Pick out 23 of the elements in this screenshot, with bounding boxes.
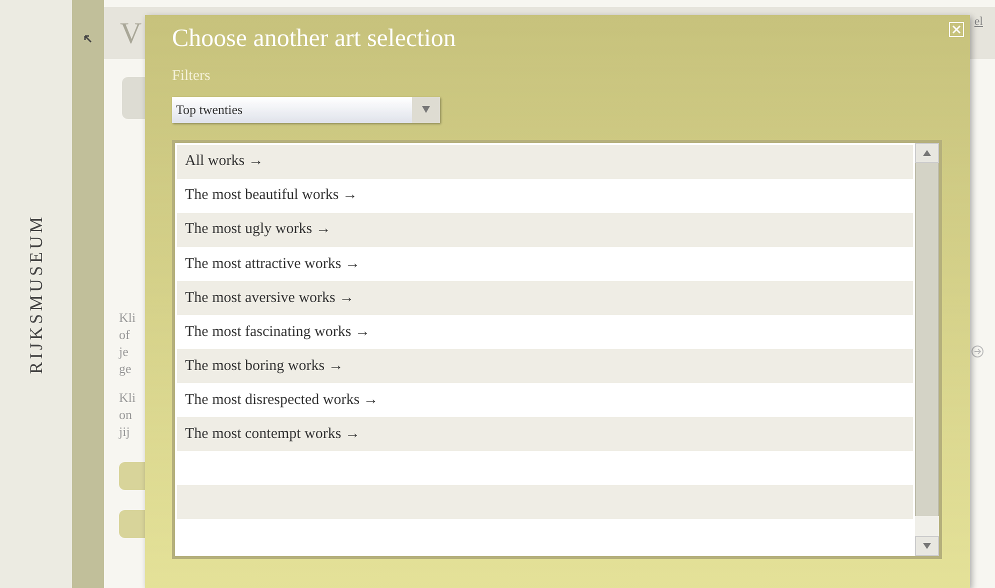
paragraph-line: Kli — [119, 389, 136, 406]
paragraph-line: jij — [119, 423, 130, 440]
scrollbar[interactable] — [915, 142, 939, 556]
list-item[interactable]: The most ugly works → — [177, 212, 913, 247]
filter-label: Filters — [172, 67, 212, 86]
dialog-title: Choose another art selection — [172, 24, 457, 54]
logo[interactable]: RIJKSMUSEUM — [22, 214, 50, 374]
list-item[interactable]: All works → — [177, 144, 913, 179]
page-title: V — [120, 16, 142, 52]
arrow-up-left-icon[interactable] — [83, 34, 93, 44]
list-item[interactable]: The most aversive works → — [177, 280, 913, 315]
paragraph-line: on — [119, 406, 132, 423]
dropdown-arrow-icon — [422, 106, 430, 113]
close-button[interactable] — [949, 22, 964, 37]
scroll-up-icon — [923, 150, 931, 156]
list-item[interactable]: The most contempt works → — [177, 417, 913, 452]
paragraph-line: of — [119, 326, 130, 343]
scroll-down-icon — [923, 542, 931, 548]
close-icon — [952, 25, 961, 34]
paragraph-line: ge — [119, 360, 132, 377]
list-item[interactable]: The most boring works → — [177, 348, 913, 384]
paragraph-line: Kli — [119, 309, 136, 326]
paragraph-line: je — [119, 343, 128, 360]
